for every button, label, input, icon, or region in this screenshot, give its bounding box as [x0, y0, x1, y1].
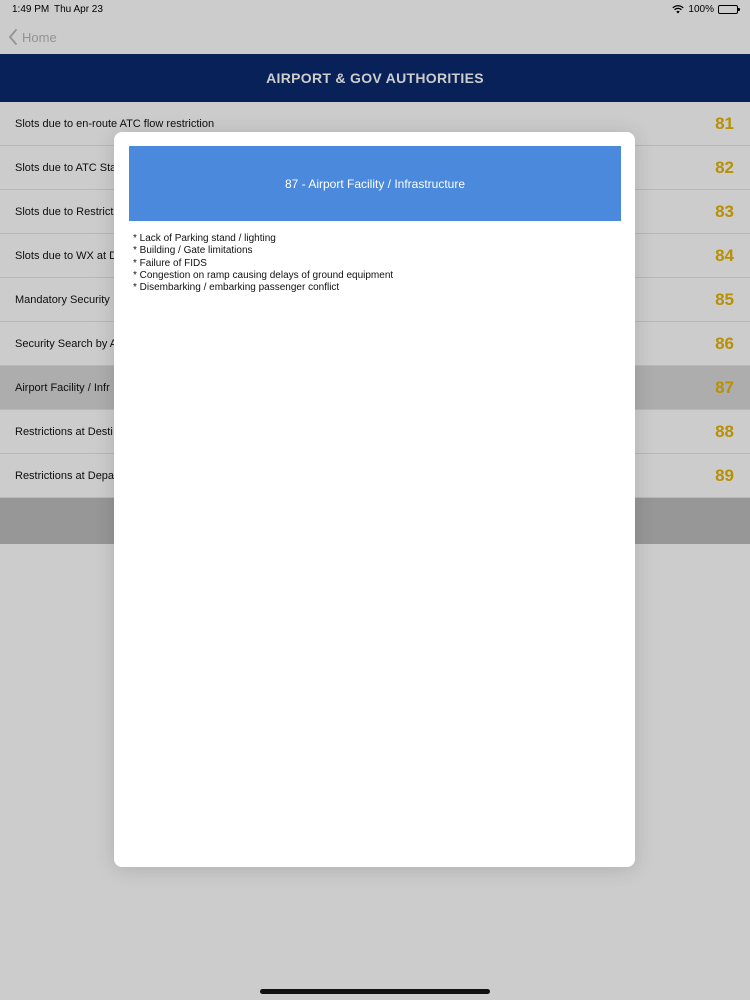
modal-line: * Failure of FIDS — [133, 257, 207, 269]
modal-line: * Lack of Parking stand / lighting — [133, 233, 276, 244]
modal-title: 87 - Airport Facility / Infrastructure — [129, 146, 621, 221]
modal-body: * Lack of Parking stand / lighting * Buil… — [133, 233, 613, 294]
modal-line: * Building / Gate limitations — [133, 245, 253, 257]
detail-modal: 87 - Airport Facility / Infrastructure *… — [114, 132, 635, 867]
modal-line: * Disembarking / embarking passenger con… — [133, 282, 340, 294]
modal-line: * Congestion on ramp causing delays of g… — [133, 269, 394, 281]
home-indicator[interactable] — [260, 989, 490, 994]
